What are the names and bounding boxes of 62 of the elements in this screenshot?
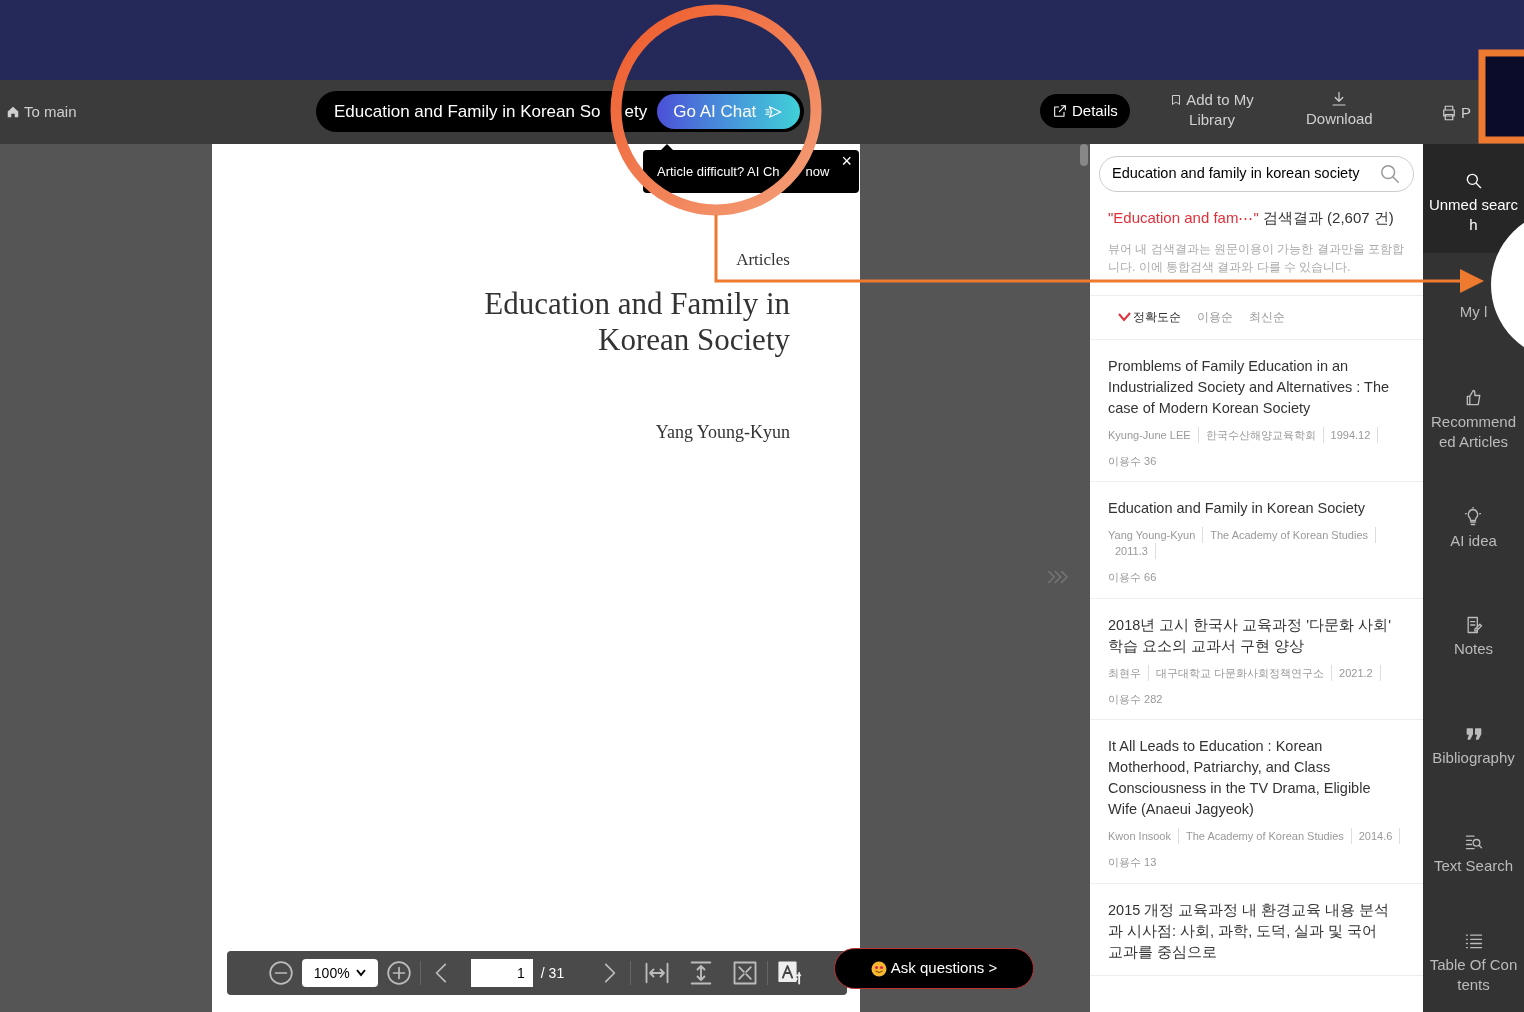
sidebar-tab[interactable]: My l: [1459, 291, 1488, 322]
result-title[interactable]: It All Leads to Education : Korean Motherhood, Patriarchy, and Class Consciousness in the TV Drama, Eligible Wife (Anaeui Jagyeok): [1108, 736, 1405, 820]
search-result-summary: "Education and fam⋯" 검색결과 (2,607 건): [1108, 208, 1395, 228]
result-meta: Kwon Insook: [1108, 828, 1179, 844]
article-title: Education and Family in Korean Society: [483, 286, 790, 358]
author-name: Yang Young-Kyun: [655, 421, 790, 444]
printer-icon: [1440, 104, 1458, 123]
usage-count: 이용수 36: [1108, 453, 1158, 469]
details-button[interactable]: Details: [1040, 94, 1130, 128]
tooltip-text: Article difficult? AI Ch: [657, 162, 780, 181]
ai-chat-button[interactable]: Go AI Chat: [657, 94, 801, 129]
bookmark-icon: [1170, 93, 1183, 107]
ask-questions-button[interactable]: Ask questions >: [834, 948, 1034, 989]
smiley-icon: [870, 960, 887, 977]
sidebar-tab[interactable]: Notes: [1453, 605, 1494, 660]
add-to-library-button[interactable]: Add to My Library: [1160, 90, 1264, 130]
check-icon: [1118, 312, 1131, 322]
sidebar-tab[interactable]: Table Of Contents: [1428, 920, 1519, 995]
result-meta: Kyung-June LEE: [1108, 426, 1199, 443]
result-meta: The Academy of Korean Studies: [1179, 828, 1352, 844]
result-title[interactable]: 2018년 고시 한국사 교육과정 '다문화 사회' 학습 요소의 교과서 구현 양상: [1108, 614, 1405, 657]
caret-icon: [355, 969, 366, 977]
section-label: Articles: [736, 249, 790, 271]
print-button[interactable]: P: [1440, 102, 1471, 125]
usage-count: 이용수 13: [1108, 855, 1158, 870]
result-meta: Yang Young-Kyun: [1108, 527, 1204, 543]
search-note: 뷰어 내 검색결과는 원문이용이 가능한 결과만을 포함합니다. 이에 통합검색 결과와 다를 수 있습니다.: [1108, 240, 1405, 276]
sidebar-tab[interactable]: Recommended Articles: [1428, 378, 1519, 453]
zoom-in-icon: [385, 960, 412, 986]
result-meta: 1994.12: [1323, 426, 1379, 443]
usage-count: 이용수 282: [1108, 691, 1164, 707]
close-button[interactable]: ×: [841, 152, 852, 170]
search-icon: [1379, 163, 1401, 185]
sort-option[interactable]: 정확도순: [1118, 308, 1181, 326]
sidebar-tab[interactable]: AI idea: [1450, 496, 1497, 551]
page-total: / 31: [540, 963, 565, 983]
document-title: Education and Family in Korean So: [334, 100, 601, 123]
document-title: ety: [624, 100, 648, 123]
scrollbar-thumb[interactable]: [1080, 144, 1088, 166]
result-title[interactable]: Promblems of Family Education in an Industrialized Society and Alternatives : The case of Modern Korean Society: [1108, 355, 1405, 419]
page-input[interactable]: 1: [470, 959, 533, 987]
home-icon: [6, 105, 20, 119]
sidebar-tab[interactable]: Bibliography: [1432, 713, 1515, 768]
sidebar-tab[interactable]: Text Search: [1433, 822, 1514, 877]
zoom-select[interactable]: 100%: [301, 959, 378, 987]
result-meta: 최현우: [1108, 664, 1149, 681]
result-meta: 2021.2: [1332, 664, 1381, 681]
result-meta: 대구대학교 다문화사회정책연구소: [1149, 664, 1333, 681]
sidebar-tab[interactable]: Unmed search: [1428, 161, 1519, 236]
result-meta: 2011.3: [1108, 543, 1156, 559]
result-title[interactable]: Education and Family in Korean Society: [1108, 498, 1405, 519]
zoom-out-icon: [267, 960, 294, 986]
result-meta: 한국수산해양교육학회: [1198, 426, 1324, 443]
tooltip-text: now: [805, 162, 830, 181]
result-title[interactable]: 2015 개정 교육과정 내 환경교육 내용 분석과 시사점: 사회, 과학, 도덕, 실과 및 국어 교과를 중심으로: [1108, 899, 1405, 963]
usage-count: 이용수 66: [1108, 570, 1158, 585]
result-meta: 2014.6: [1351, 828, 1401, 844]
bulb-icon: [1463, 506, 1484, 527]
to-main-link[interactable]: To main: [6, 100, 77, 124]
result-meta: The Academy of Korean Studies: [1203, 527, 1377, 543]
download-button[interactable]: Download: [1306, 90, 1373, 131]
external-link-icon: [1052, 103, 1068, 119]
